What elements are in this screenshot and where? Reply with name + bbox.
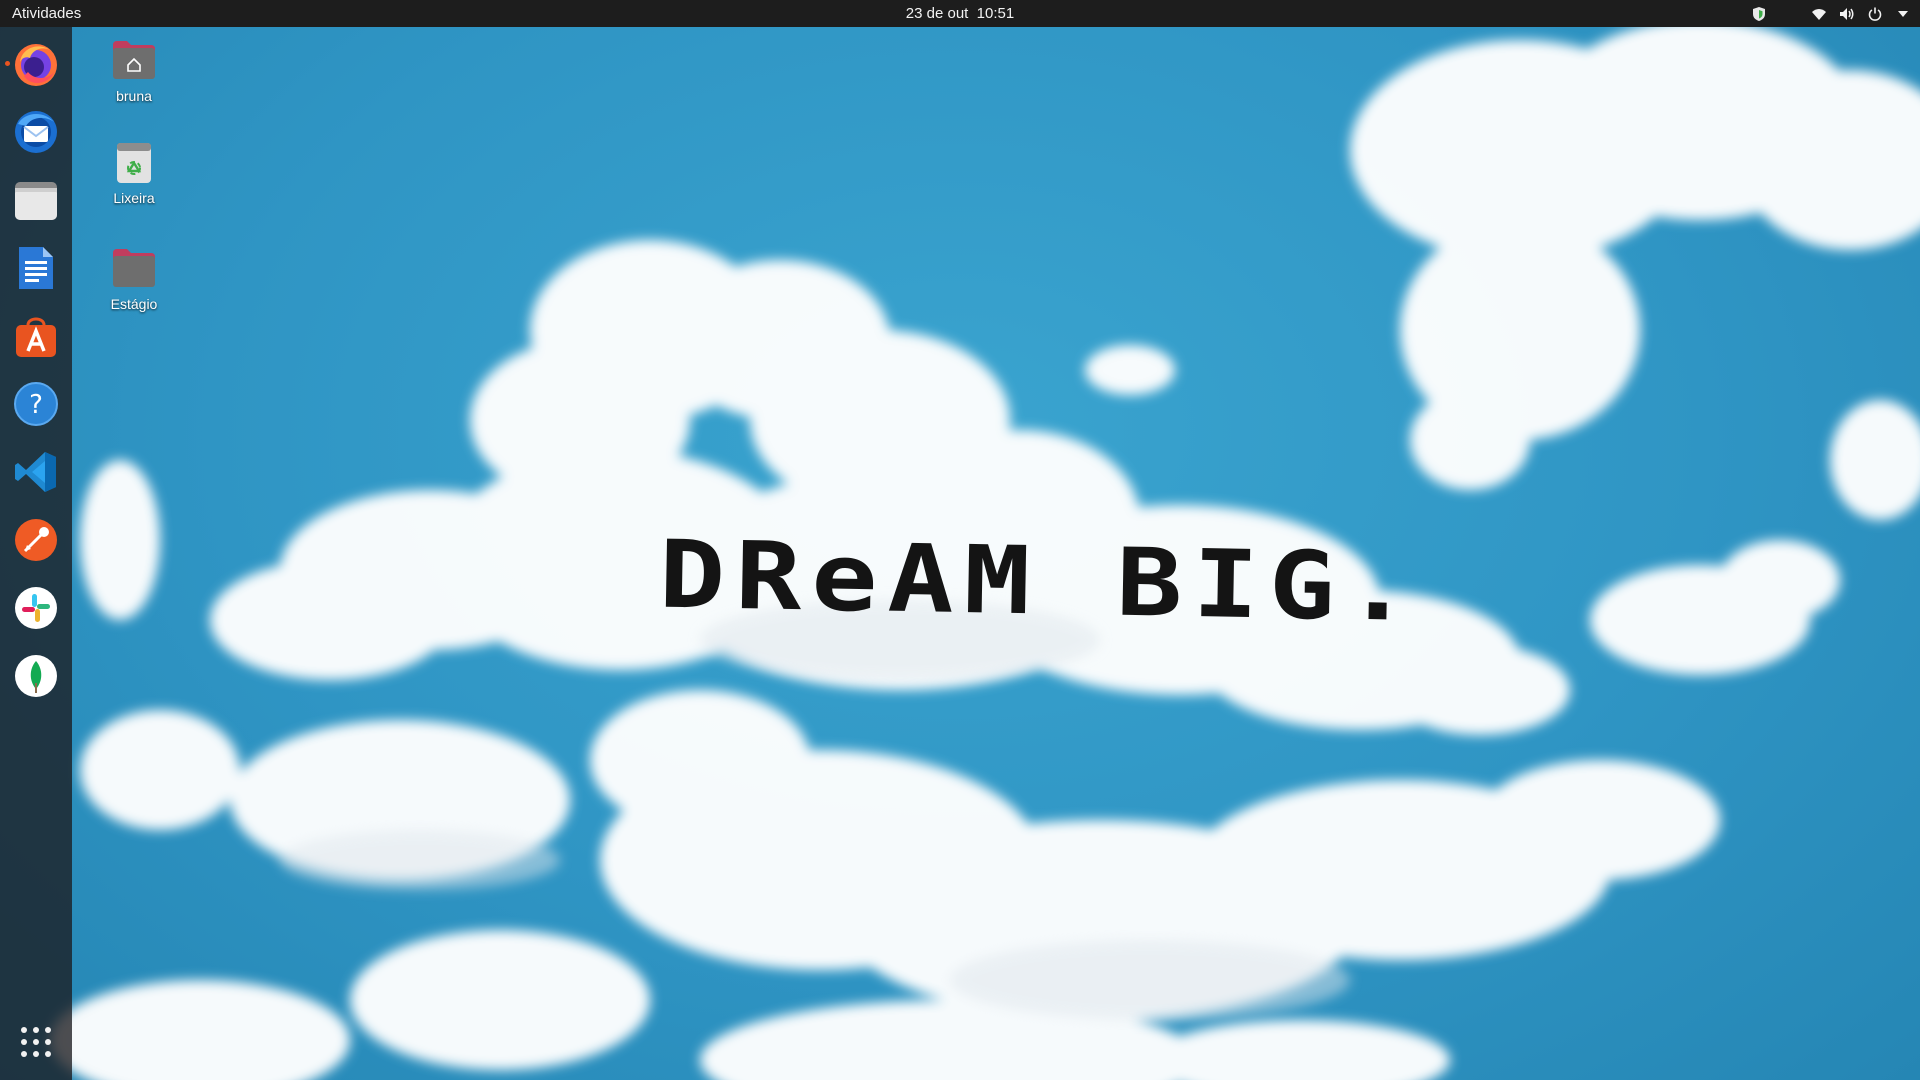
writer-icon bbox=[19, 247, 53, 289]
dock-item-slack[interactable] bbox=[11, 583, 61, 633]
thunderbird-icon bbox=[15, 111, 57, 153]
dock-item-ubuntu-software[interactable] bbox=[11, 311, 61, 361]
dream-big-text: DReAM BIG. bbox=[658, 520, 1423, 643]
system-tray bbox=[1750, 0, 1912, 27]
slack-icon bbox=[15, 587, 57, 629]
firefox-icon bbox=[15, 44, 57, 86]
help-icon: ? bbox=[14, 382, 58, 426]
show-applications-button[interactable] bbox=[11, 1017, 61, 1067]
dock-item-help[interactable]: ? bbox=[11, 379, 61, 429]
files-icon bbox=[15, 182, 57, 220]
trash-icon bbox=[110, 138, 158, 186]
desktop-icon-home[interactable]: bruna bbox=[79, 36, 189, 104]
postman-icon bbox=[15, 519, 57, 561]
clock-button[interactable]: 23 de out 10:51 bbox=[906, 0, 1014, 27]
shield-status-icon[interactable] bbox=[1750, 5, 1768, 23]
activities-button[interactable]: Atividades bbox=[12, 0, 81, 27]
dock: ? bbox=[0, 27, 72, 1080]
chevron-down-icon[interactable] bbox=[1894, 5, 1912, 23]
dock-item-files[interactable] bbox=[11, 175, 61, 225]
dock-item-thunderbird[interactable] bbox=[11, 107, 61, 157]
desktop-icon-trash[interactable]: Lixeira bbox=[79, 138, 189, 206]
mongodb-icon bbox=[15, 655, 57, 697]
svg-text:?: ? bbox=[29, 390, 43, 420]
desktop-icon-label: Lixeira bbox=[113, 190, 155, 206]
dock-item-postman[interactable] bbox=[11, 515, 61, 565]
home-folder-icon bbox=[110, 36, 158, 84]
top-bar: Atividades 23 de out 10:51 bbox=[0, 0, 1920, 27]
vscode-icon bbox=[15, 452, 56, 492]
dock-item-writer[interactable] bbox=[11, 243, 61, 293]
power-icon[interactable] bbox=[1866, 5, 1884, 23]
software-center-icon bbox=[16, 317, 56, 357]
desktop-icon-label: Estágio bbox=[110, 296, 158, 312]
dock-item-firefox[interactable] bbox=[5, 39, 61, 89]
dock-item-mongodb[interactable] bbox=[11, 651, 61, 701]
desktop-wallpaper: DReAM BIG. bbox=[0, 0, 1920, 1080]
dock-item-vscode[interactable] bbox=[11, 447, 61, 497]
app-grid-icon bbox=[21, 1027, 51, 1057]
folder-icon bbox=[110, 244, 158, 292]
desktop-icon-estagio[interactable]: Estágio bbox=[79, 244, 189, 312]
wifi-icon[interactable] bbox=[1810, 5, 1828, 23]
running-indicator bbox=[5, 61, 10, 66]
desktop-icon-label: bruna bbox=[116, 88, 152, 104]
volume-icon[interactable] bbox=[1838, 5, 1856, 23]
